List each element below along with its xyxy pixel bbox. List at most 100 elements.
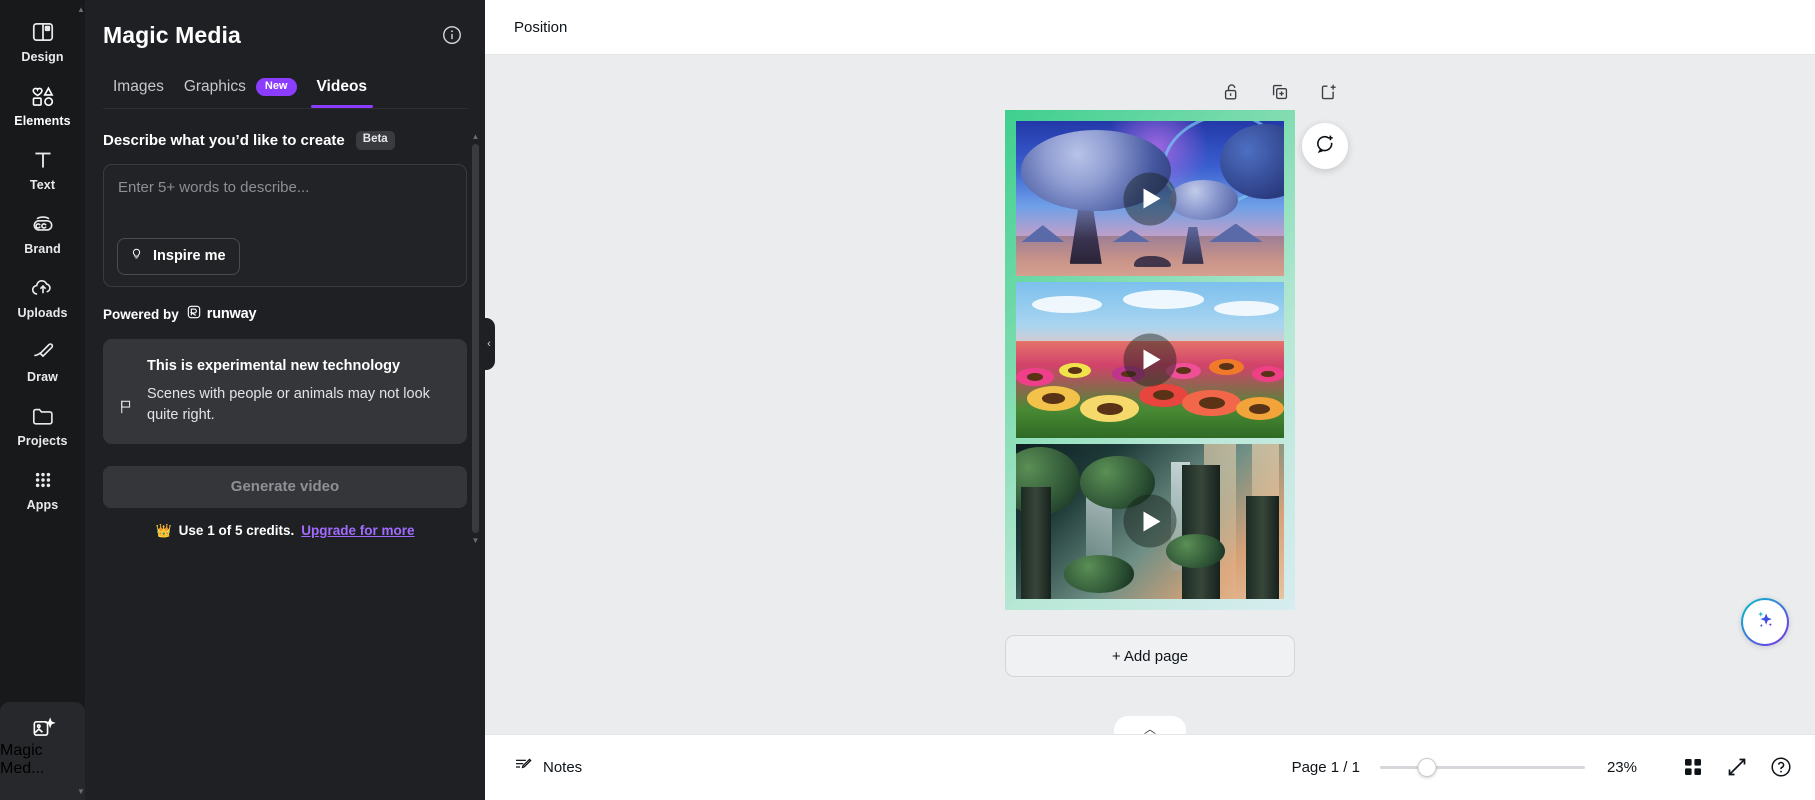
thumb2-flower [1251,366,1284,382]
panel-header: Magic Media [85,0,485,52]
sidebar-item-label: Design [21,50,64,64]
note-title: This is experimental new technology [147,357,401,374]
sparkles-icon [1753,607,1778,637]
rail-scroll-down-arrow[interactable]: ▼ [77,784,85,798]
video-thumbnail-3[interactable] [1016,443,1284,599]
thumb2-flower [1058,362,1092,378]
brand-icon [30,211,56,237]
scroll-up-arrow[interactable]: ▲ [470,131,481,142]
sidebar-item-projects[interactable]: Projects [5,394,80,455]
sidebar-item-draw[interactable]: Draw [5,330,80,391]
zoom-slider[interactable] [1379,757,1585,779]
design-page[interactable] [1005,110,1295,610]
credits-text: Use 1 of 5 credits. [178,523,295,539]
info-button[interactable] [437,22,467,52]
thumb2-flower [1026,385,1081,411]
panel-scrollbar[interactable]: ▲ ▼ [470,131,481,546]
sidebar-item-label: Uploads [17,306,68,320]
sidebar-item-label: Elements [14,114,71,128]
generate-video-button[interactable]: Generate video [103,465,467,508]
elements-icon [30,83,56,109]
prompt-input-placeholder[interactable]: Enter 5+ words to describe... [118,179,452,196]
sidebar-item-text[interactable]: Text [5,138,80,199]
page-count-label: Page 1 / 1 [1291,759,1360,776]
sidebar-item-elements[interactable]: Elements [5,74,80,135]
play-icon[interactable] [1123,494,1177,548]
draw-icon [30,339,56,365]
upgrade-link[interactable]: Upgrade for more [301,523,414,538]
describe-section-label: Describe what you’d like to create Beta [85,109,485,150]
add-page-button[interactable]: + Add page [1005,635,1295,677]
canva-editor: ▲ Design Elements Text Brand Uploads Dra… [0,0,1815,800]
bottom-sheet-handle[interactable]: ︿ [1114,716,1186,734]
prompt-box[interactable]: Enter 5+ words to describe... Inspire me [103,163,467,287]
add-comment-button[interactable] [1302,123,1348,169]
add-page-icon[interactable] [1317,81,1339,103]
magic-media-icon [30,716,56,742]
sidebar-item-magic-media[interactable]: Magic Med... [0,702,85,800]
thumb1-rock-cap [1168,180,1239,221]
sidebar-item-label: Draw [27,370,58,384]
generate-video-label: Generate video [230,478,340,496]
credits-row: 👑 Use 1 of 5 credits. Upgrade for more [85,523,485,539]
duplicate-page-icon[interactable] [1269,81,1291,103]
sidebar-item-uploads[interactable]: Uploads [5,266,80,327]
sidebar-item-apps[interactable]: Apps [5,458,80,519]
scroll-thumb[interactable] [472,144,479,533]
notes-button[interactable]: Notes [503,748,592,787]
thumb2-cloud [1214,300,1279,317]
thumb1-mountain [1208,223,1263,243]
help-icon[interactable] [1769,755,1795,781]
thumb2-cloud [1032,296,1102,314]
sidebar-item-design[interactable]: Design [5,10,80,71]
note-body: Scenes with people or animals may not lo… [147,385,430,423]
position-button[interactable]: Position [503,12,578,43]
zoom-slider-knob[interactable] [1417,758,1437,777]
thumb1-mountain [1021,225,1065,243]
describe-label: Describe what you’d like to create [103,131,345,149]
sidebar-item-label: Text [29,178,56,192]
panel-collapse-handle[interactable]: ‹ [483,318,495,370]
scroll-down-arrow[interactable]: ▼ [470,535,481,546]
magic-media-panel: Magic Media Images Graphics New Videos D… [85,0,495,800]
tab-badge-new: New [255,78,297,96]
notes-icon [513,755,533,780]
info-icon [441,24,463,51]
tab-images[interactable]: Images [103,70,174,108]
thumb2-flower [1182,389,1242,417]
runway-wordmark: runway [206,306,257,322]
text-icon [30,147,56,173]
page-title: Magic Media [103,22,241,48]
sidebar-item-label: Brand [24,242,61,256]
projects-icon [30,403,56,429]
thumb2-flower [1139,383,1188,407]
fullscreen-icon[interactable] [1725,755,1751,781]
beta-badge: Beta [355,131,395,150]
video-thumbnail-1[interactable] [1016,121,1284,277]
thumb2-flower [1080,395,1140,423]
play-icon[interactable] [1123,333,1177,387]
page-toolbar [1221,81,1339,103]
tab-label: Images [113,78,164,95]
thumb3-tree-trunk [1182,465,1220,599]
tab-graphics[interactable]: Graphics New [174,70,307,108]
tab-videos[interactable]: Videos [307,70,378,108]
uploads-icon [30,275,56,301]
video-thumbnail-2[interactable] [1016,282,1284,438]
inspire-me-button[interactable]: Inspire me [117,237,240,275]
thumb2-flower [1208,358,1244,376]
sidebar-item-brand[interactable]: Brand [5,202,80,263]
grid-view-icon[interactable] [1681,755,1707,781]
sidebar-item-label: Projects [17,434,68,448]
play-icon[interactable] [1123,172,1177,226]
unlock-icon[interactable] [1221,81,1243,103]
magic-studio-button[interactable] [1741,598,1789,646]
experimental-note-card: This is experimental new technology Scen… [103,338,467,444]
lightbulb-icon [129,246,144,266]
top-toolbar: Position [485,0,1815,55]
powered-by: Powered by runway [85,287,485,325]
thumb3-tree-trunk [1021,487,1051,599]
canvas-area[interactable]: + Add page ︿ [485,55,1815,734]
crown-icon: 👑 [155,522,172,538]
rail-scroll-up-arrow[interactable]: ▲ [77,2,85,16]
